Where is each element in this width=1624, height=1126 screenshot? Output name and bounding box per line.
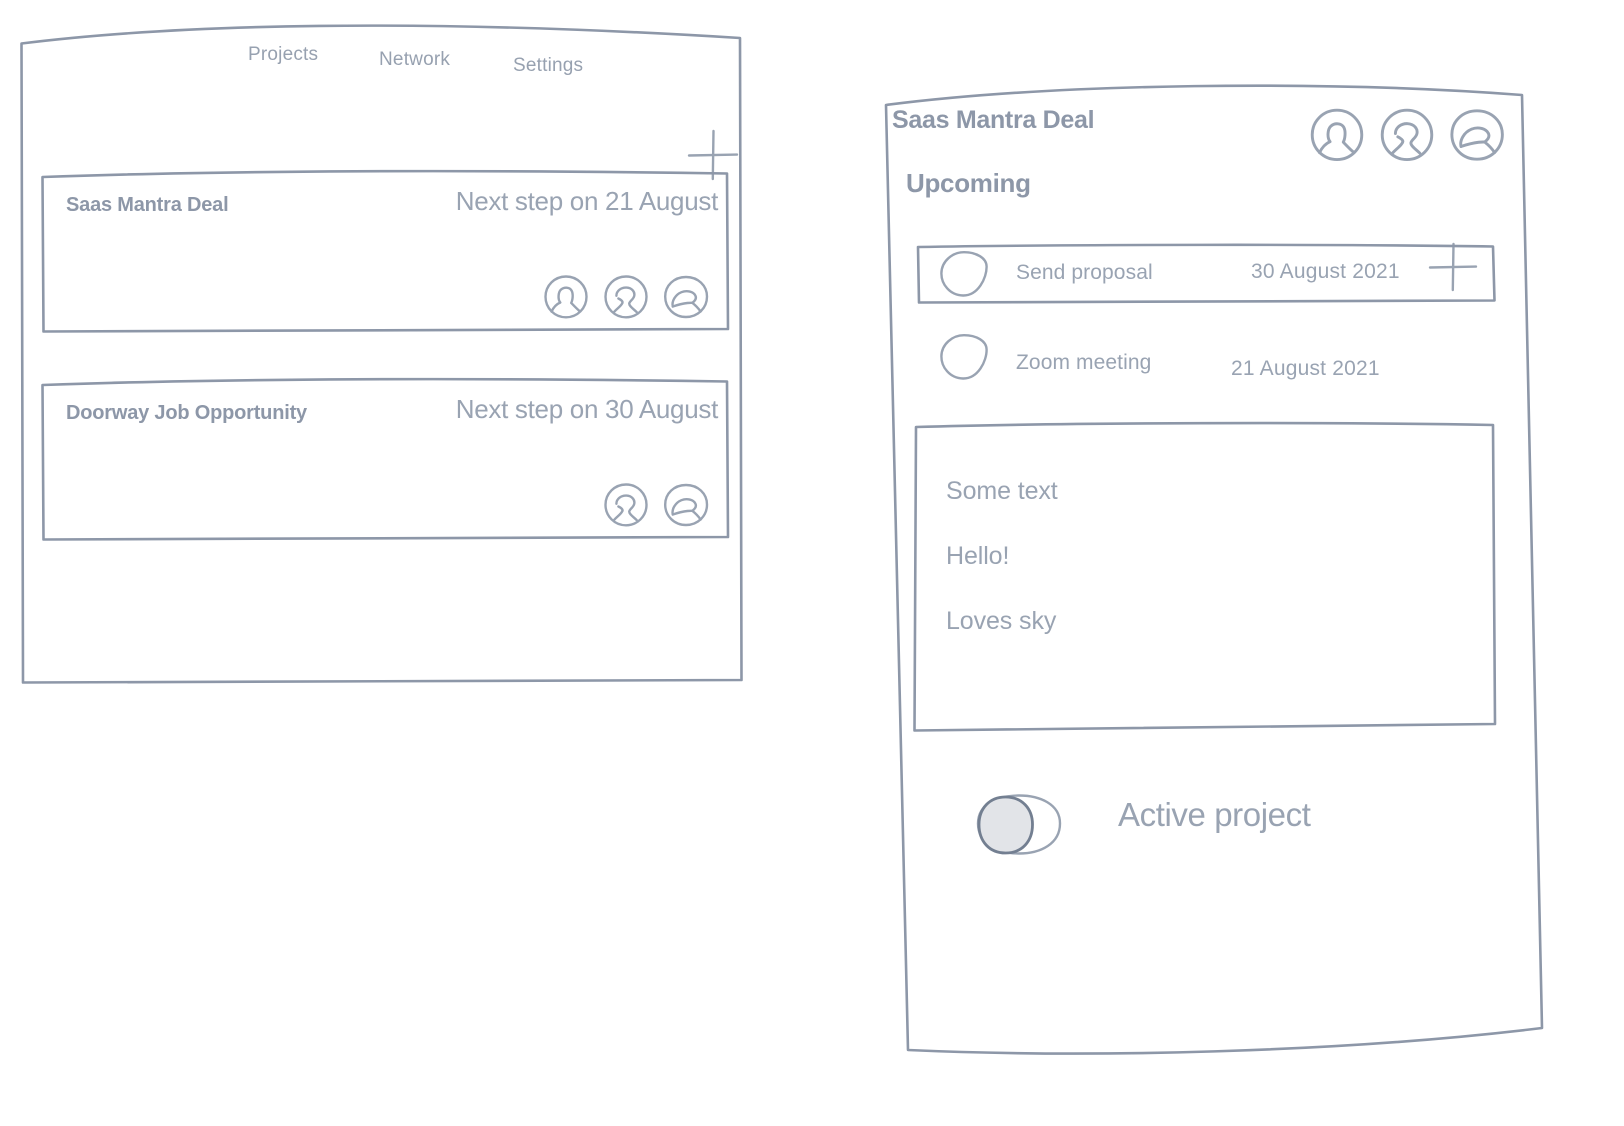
active-project-label: Active project	[1118, 796, 1311, 833]
task-label: Zoom meeting	[1016, 351, 1152, 374]
upcoming-section-heading: Upcoming	[906, 168, 1031, 198]
task-date: 30 August 2021	[1251, 260, 1400, 283]
project-members-avatars	[1308, 106, 1506, 164]
avatar-icon[interactable]	[542, 273, 590, 321]
task-label: Send proposal	[1016, 261, 1153, 284]
task-row[interactable]: Send proposal 30 August 2021	[916, 243, 1496, 305]
project-detail-screen: Saas Mantra Deal Upcoming Send proposal …	[856, 78, 1546, 1063]
left-panel-frame	[20, 24, 743, 684]
avatar-icon[interactable]	[602, 481, 650, 529]
project-card[interactable]: Doorway Job Opportunity Next step on 30 …	[40, 376, 730, 543]
notes-line: Some text	[946, 477, 1058, 505]
project-detail-title: Saas Mantra Deal	[892, 106, 1095, 134]
avatar-icon[interactable]	[662, 481, 710, 529]
active-project-toggle[interactable]	[968, 791, 1073, 861]
project-card-title: Saas Mantra Deal	[66, 194, 229, 216]
toggle-switch-icon	[976, 794, 1062, 855]
project-card-next-step: Next step on 21 August	[455, 186, 719, 216]
project-card-title: Doorway Job Opportunity	[66, 402, 307, 424]
avatar-icon[interactable]	[1378, 106, 1436, 164]
avatar-icon[interactable]	[602, 273, 650, 321]
circle-unchecked-icon	[940, 334, 988, 380]
notes-textarea[interactable]: Some text Hello! Loves sky	[912, 421, 1497, 734]
nav-item-projects[interactable]: Projects	[248, 44, 318, 66]
circle-unchecked-icon	[940, 251, 988, 297]
nav-item-settings[interactable]: Settings	[513, 55, 583, 77]
projects-list-screen: Projects Network Settings Saas Mantra De…	[18, 16, 744, 686]
notes-box-frame	[913, 421, 1497, 732]
project-card[interactable]: Saas Mantra Deal Next step on 21 August	[40, 168, 730, 335]
task-date: 21 August 2021	[1231, 357, 1380, 380]
task-checkbox[interactable]	[938, 249, 990, 299]
notes-line: Loves sky	[946, 607, 1057, 635]
avatar-icon[interactable]	[662, 273, 710, 321]
task-row-selection-frame	[916, 243, 1496, 304]
project-card-avatars	[602, 481, 710, 529]
avatar-icon[interactable]	[1308, 106, 1366, 164]
avatar-icon[interactable]	[1448, 106, 1506, 164]
project-card-avatars	[542, 273, 710, 321]
notes-line: Hello!	[946, 542, 1010, 570]
top-nav: Projects Network Settings	[18, 16, 744, 86]
task-row[interactable]: Zoom meeting 21 August 2021	[916, 326, 1496, 388]
task-checkbox[interactable]	[938, 332, 990, 382]
nav-item-network[interactable]: Network	[379, 49, 450, 71]
project-card-next-step: Next step on 30 August	[455, 394, 719, 424]
